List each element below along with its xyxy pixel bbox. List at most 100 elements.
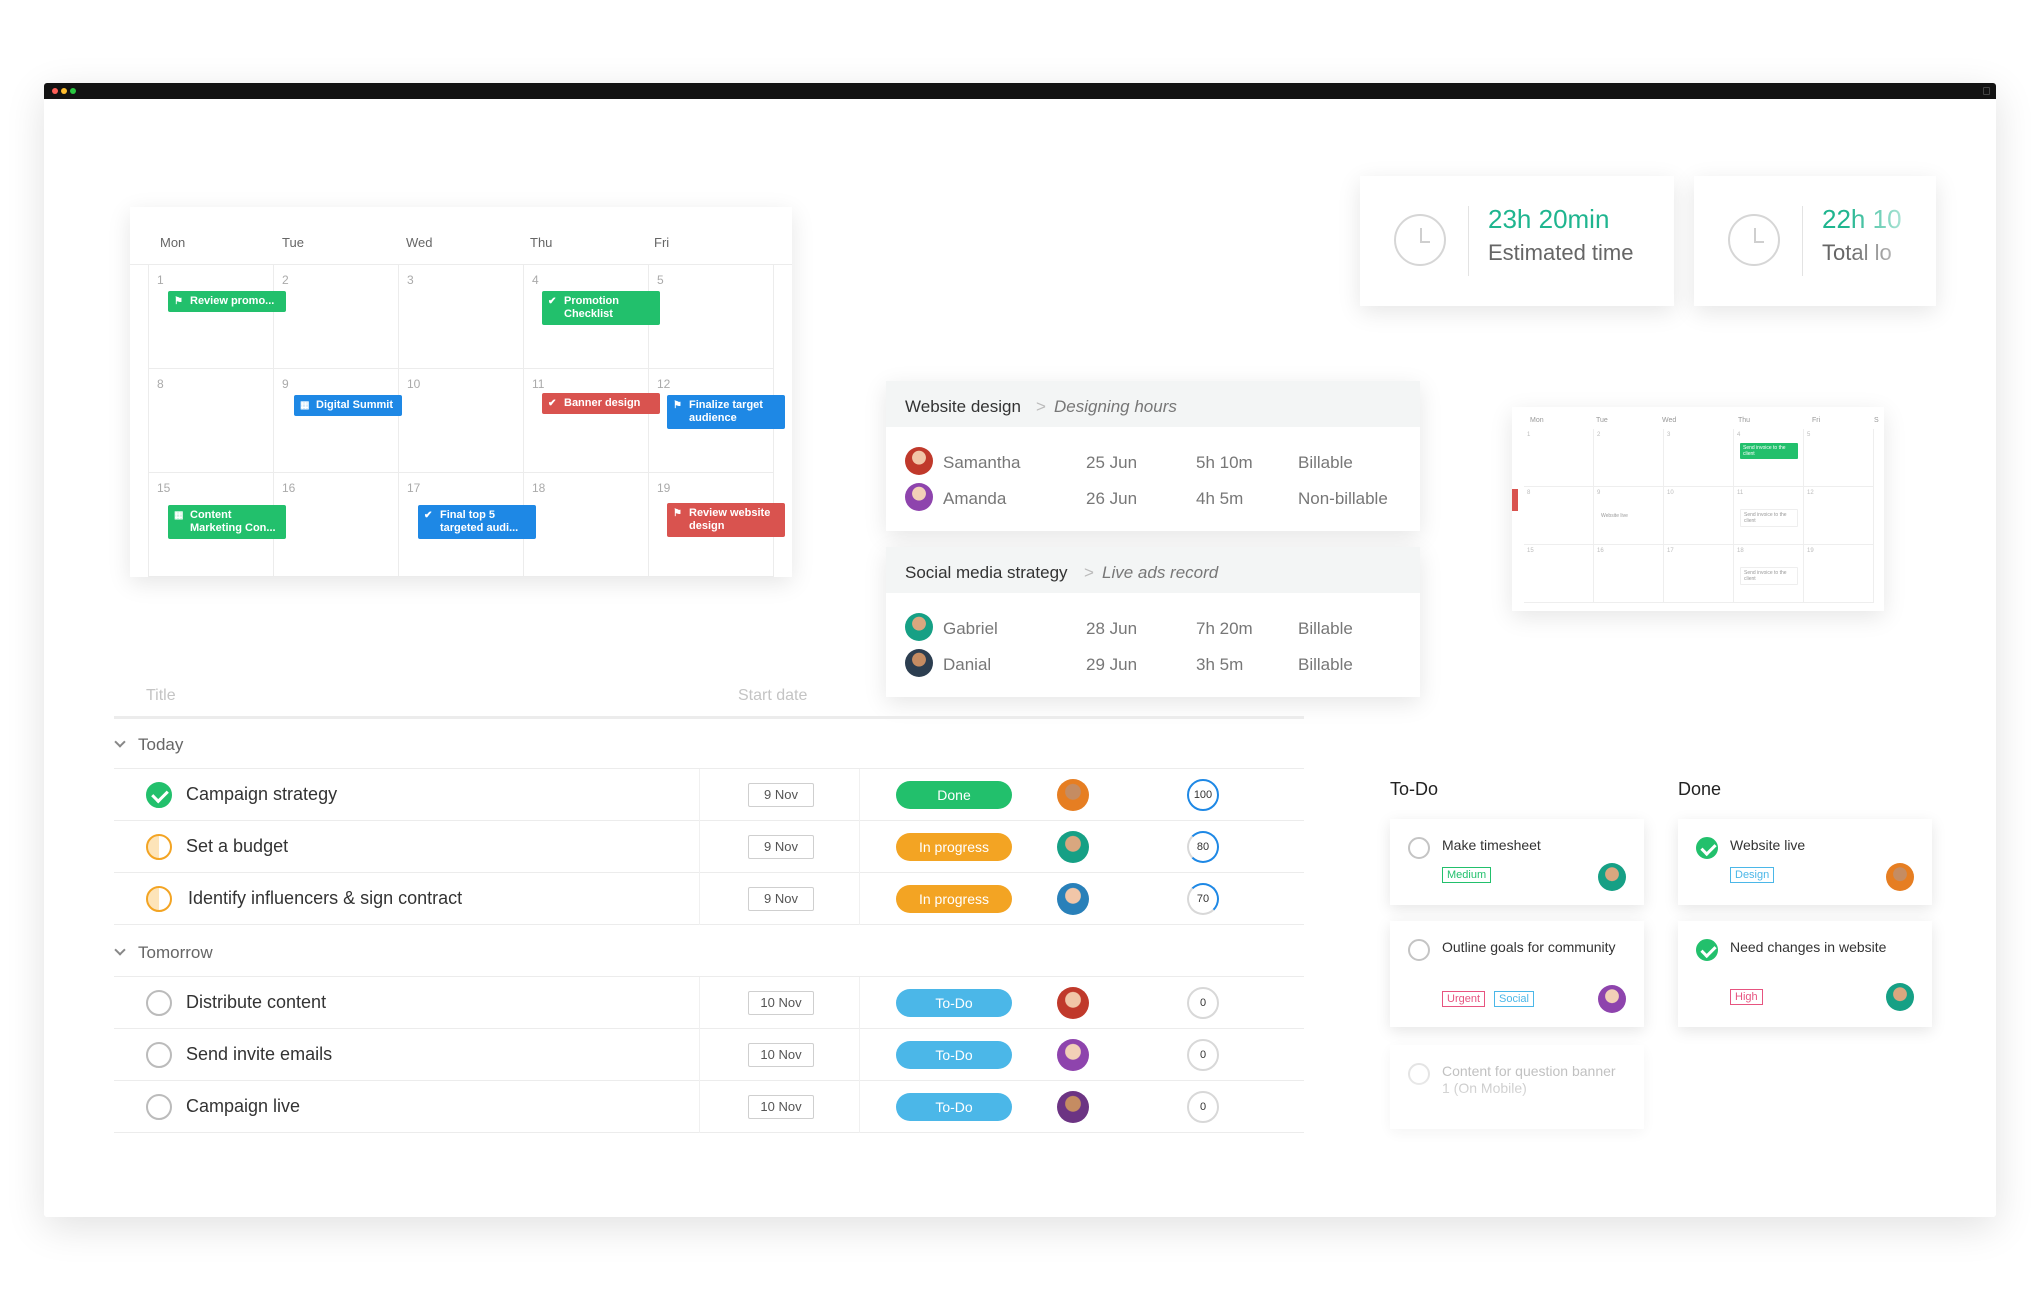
mini-calendar-cell[interactable]: 5 [1804,429,1874,487]
calendar-cell[interactable]: 2 [274,265,399,369]
task-row[interactable]: Campaign strategy 9 Nov Done 100 [114,769,1304,821]
kanban-card[interactable]: Need changes in website High [1678,921,1932,1027]
minimize-window-icon[interactable] [61,88,67,94]
task-start-date[interactable]: 9 Nov [748,887,814,911]
event-digital-summit[interactable]: ▦ Digital Summit [294,395,402,416]
mini-calendar-cell[interactable]: 16 [1594,545,1664,603]
task-progress-checkbox[interactable] [146,886,172,912]
mini-event[interactable]: Send invoice to the client [1740,509,1798,527]
task-row[interactable]: Distribute content 10 Nov To-Do 0 [114,977,1304,1029]
mini-event[interactable]: Send invoice to the client [1740,443,1798,459]
task-progress-checkbox[interactable] [146,834,172,860]
avatar[interactable] [1598,863,1626,891]
mini-calendar-cell[interactable]: 15 [1524,545,1594,603]
task-complete-checkbox[interactable] [1696,939,1718,961]
calendar-cell[interactable]: 9 [274,369,399,473]
mini-event[interactable]: Send invoice to the client [1740,567,1798,585]
task-start-date[interactable]: 10 Nov [748,991,814,1015]
task-start-date[interactable]: 10 Nov [748,1043,814,1067]
status-badge[interactable]: To-Do [896,1041,1012,1069]
timesheet-row[interactable]: Samantha 25 Jun 5h 10m Billable [886,445,1420,479]
event-banner-design[interactable]: ✔ Banner design [542,393,660,414]
tag-medium[interactable]: Medium [1442,867,1492,883]
kanban-card[interactable]: Content for question banner 1 (On Mobile… [1390,1045,1644,1129]
tag-high[interactable]: High [1730,989,1763,1005]
task-checkbox[interactable] [146,990,172,1016]
mini-calendar-cell[interactable]: 2 [1594,429,1664,487]
mini-calendar-cell[interactable]: 8 [1524,487,1594,545]
column-header-title[interactable]: Title [146,687,176,705]
task-start-date[interactable]: 10 Nov [748,1095,814,1119]
event-review-promo[interactable]: ⚑ Review promo... [168,291,286,312]
avatar[interactable] [1057,779,1089,811]
task-start-date[interactable]: 9 Nov [748,783,814,807]
calendar-cell[interactable]: 8 [148,369,274,473]
avatar[interactable] [1057,831,1089,863]
event-content-marketing[interactable]: ▦ Content Marketing Con... [168,505,286,539]
timesheet-row[interactable]: Danial 29 Jun 3h 5m Billable [886,647,1420,681]
status-badge[interactable]: To-Do [896,989,1012,1017]
task-start-date[interactable]: 9 Nov [748,835,814,859]
calendar-cell[interactable]: 11 [524,369,649,473]
status-badge[interactable]: In progress [896,833,1012,861]
kanban-card[interactable]: Outline goals for community Urgent Socia… [1390,921,1644,1027]
calendar-cell[interactable]: 18 [524,473,649,577]
task-complete-checkbox[interactable] [146,782,172,808]
mini-calendar-cell[interactable]: 10 [1664,487,1734,545]
calendar-cell[interactable]: 3 [399,265,524,369]
mini-calendar-cell[interactable]: 1 [1524,429,1594,487]
event-promotion-checklist[interactable]: ✔ Promotion Checklist [542,291,660,325]
task-title[interactable]: Distribute content [186,992,326,1013]
status-badge[interactable]: In progress [896,885,1012,913]
calendar-cell[interactable]: 1 [148,265,274,369]
task-complete-checkbox[interactable] [1696,837,1718,859]
maximize-window-icon[interactable] [70,88,76,94]
avatar[interactable] [1057,1039,1089,1071]
close-window-icon[interactable] [52,88,58,94]
task-title[interactable]: Campaign strategy [186,784,337,805]
mini-calendar-cell[interactable]: 19 [1804,545,1874,603]
kanban-card[interactable]: Make timesheet Medium [1390,819,1644,905]
calendar-cell[interactable]: 5 [649,265,774,369]
mini-calendar-cell[interactable]: 12 [1804,487,1874,545]
task-title[interactable]: Identify influencers & sign contract [188,888,462,909]
avatar[interactable] [1057,883,1089,915]
status-badge[interactable]: To-Do [896,1093,1012,1121]
task-checkbox[interactable] [1408,939,1430,961]
task-row[interactable]: Identify influencers & sign contract 9 N… [114,873,1304,925]
avatar[interactable] [1057,1091,1089,1123]
event-final-top-5[interactable]: ✔ Final top 5 targeted audi... [418,505,536,539]
task-title[interactable]: Send invite emails [186,1044,332,1065]
task-name[interactable]: Designing hours [1054,397,1177,417]
mini-calendar-cell[interactable]: 17 [1664,545,1734,603]
task-row[interactable]: Set a budget 9 Nov In progress 80 [114,821,1304,873]
timesheet-row[interactable]: Amanda 26 Jun 4h 5m Non-billable [886,481,1420,515]
kanban-card[interactable]: Website live Design [1678,819,1932,905]
project-name[interactable]: Website design [905,397,1021,417]
tag-social[interactable]: Social [1494,991,1534,1007]
mini-event[interactable]: Website live [1598,511,1656,521]
task-row[interactable]: Send invite emails 10 Nov To-Do 0 [114,1029,1304,1081]
event-finalize-target[interactable]: ⚑ Finalize target audience [667,395,785,429]
column-header-start-date[interactable]: Start date [738,687,807,705]
avatar[interactable] [1598,985,1626,1013]
task-checkbox[interactable] [146,1094,172,1120]
timesheet-row[interactable]: Gabriel 28 Jun 7h 20m Billable [886,611,1420,645]
task-checkbox[interactable] [146,1042,172,1068]
avatar[interactable] [1886,863,1914,891]
calendar-cell[interactable]: 10 [399,369,524,473]
tag-design[interactable]: Design [1730,867,1775,883]
avatar[interactable] [1886,983,1914,1011]
status-badge[interactable]: Done [896,781,1012,809]
task-title[interactable]: Campaign live [186,1096,300,1117]
mini-calendar-cell[interactable]: 3 [1664,429,1734,487]
event-review-website[interactable]: ⚑ Review website design [667,503,785,537]
project-name[interactable]: Social media strategy [905,563,1068,583]
calendar-cell[interactable]: 16 [274,473,399,577]
chevron-down-icon[interactable] [114,944,126,956]
task-title[interactable]: Set a budget [186,836,288,857]
avatar[interactable] [1057,987,1089,1019]
tag-urgent[interactable]: Urgent [1442,991,1486,1007]
task-checkbox[interactable] [1408,837,1430,859]
task-name[interactable]: Live ads record [1102,563,1218,583]
